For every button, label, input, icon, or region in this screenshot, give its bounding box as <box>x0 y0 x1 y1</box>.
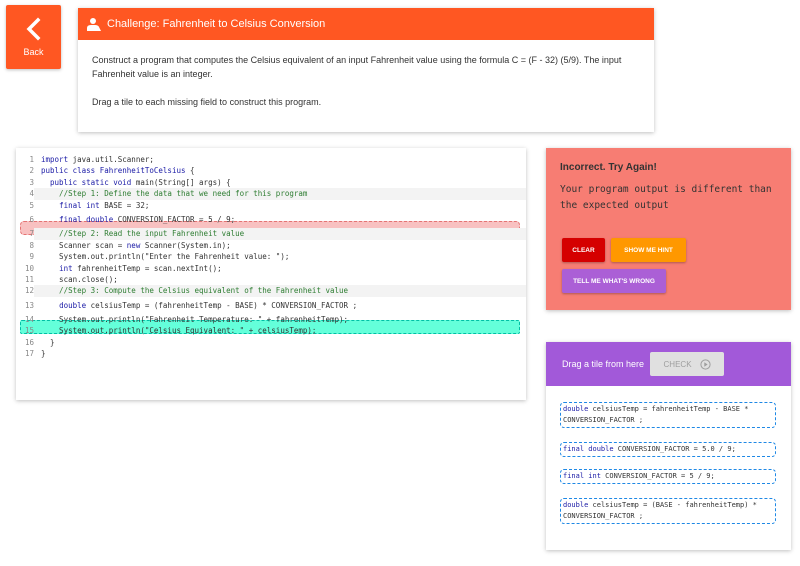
challenge-header: Challenge: Fahrenheit to Celsius Convers… <box>78 8 654 40</box>
play-circle-icon <box>699 358 711 370</box>
tiles-header: Drag a tile from here CHECK <box>546 342 791 386</box>
person-icon <box>87 17 101 31</box>
code-line: public class FahrenheitToCelsius { <box>41 166 195 176</box>
code-editor: 1 import java.util.Scanner; 2 public class… <box>16 148 526 400</box>
code-line-slot-filled[interactable]: double celsiusTemp = (fahrenheitTemp - B… <box>41 300 357 311</box>
check-label: CHECK <box>663 359 692 369</box>
code-line: Scanner scan = new Scanner(System.in); <box>41 240 231 250</box>
code-comment: //Step 2: Read the input Fahrenheit valu… <box>41 229 245 239</box>
code-tile[interactable]: double celsiusTemp = (BASE - fahrenheitT… <box>560 498 776 524</box>
code-comment: //Step 3: Compute the Celsius equivalent… <box>41 286 349 296</box>
feedback-title: Incorrect. Try Again! <box>560 162 657 173</box>
code-line: System.out.println("Celsius Equivalent: … <box>41 326 317 336</box>
code-tile[interactable]: final int CONVERSION_FACTOR = 5 / 9; <box>560 469 776 484</box>
challenge-description: Construct a program that computes the Ce… <box>92 55 622 79</box>
tell-me-wrong-button[interactable]: TELL ME WHAT'S WRONG <box>562 269 666 293</box>
code-line: } <box>41 349 46 359</box>
feedback-message: Your program output is different than th… <box>560 184 772 211</box>
code-line: System.out.println("Enter the Fahrenheit… <box>41 252 290 262</box>
tiles-panel: Drag a tile from here CHECK double celsi… <box>546 342 791 550</box>
show-hint-button[interactable]: SHOW ME HINT <box>611 238 686 262</box>
code-line-slot-incorrect[interactable]: final double CONVERSION_FACTOR = 5 / 9; <box>41 214 235 225</box>
challenge-title: Challenge: Fahrenheit to Celsius Convers… <box>107 18 326 30</box>
check-button[interactable]: CHECK <box>650 352 725 376</box>
code-line: final int BASE = 32; <box>59 200 150 210</box>
code-tile[interactable]: final double CONVERSION_FACTOR = 5.0 / 9… <box>560 442 776 457</box>
code-tile[interactable]: double celsiusTemp = fahrenheitTemp - BA… <box>560 402 776 428</box>
feedback-panel: Incorrect. Try Again! Your program outpu… <box>546 148 791 310</box>
challenge-card: Challenge: Fahrenheit to Celsius Convers… <box>78 8 654 132</box>
code-line: System.out.println("Fahrenheit Temperatu… <box>41 315 349 325</box>
code-comment: //Step 1: Define the data that we need f… <box>41 189 308 199</box>
code-line: import java.util.Scanner; <box>41 155 154 164</box>
back-label: Back <box>23 47 44 57</box>
code-line: public static void main(String[] args) { <box>50 177 231 187</box>
clear-button[interactable]: CLEAR <box>562 238 605 262</box>
code-line: scan.close(); <box>41 274 118 284</box>
back-button[interactable]: Back <box>6 5 61 69</box>
chevron-left-icon <box>26 17 40 41</box>
tiles-header-label: Drag a tile from here <box>562 359 645 369</box>
code-line: int fahrenheitTemp = scan.nextInt(); <box>59 263 222 273</box>
challenge-instruction: Drag a tile to each missing field to con… <box>92 97 322 107</box>
code-line: } <box>41 337 55 347</box>
